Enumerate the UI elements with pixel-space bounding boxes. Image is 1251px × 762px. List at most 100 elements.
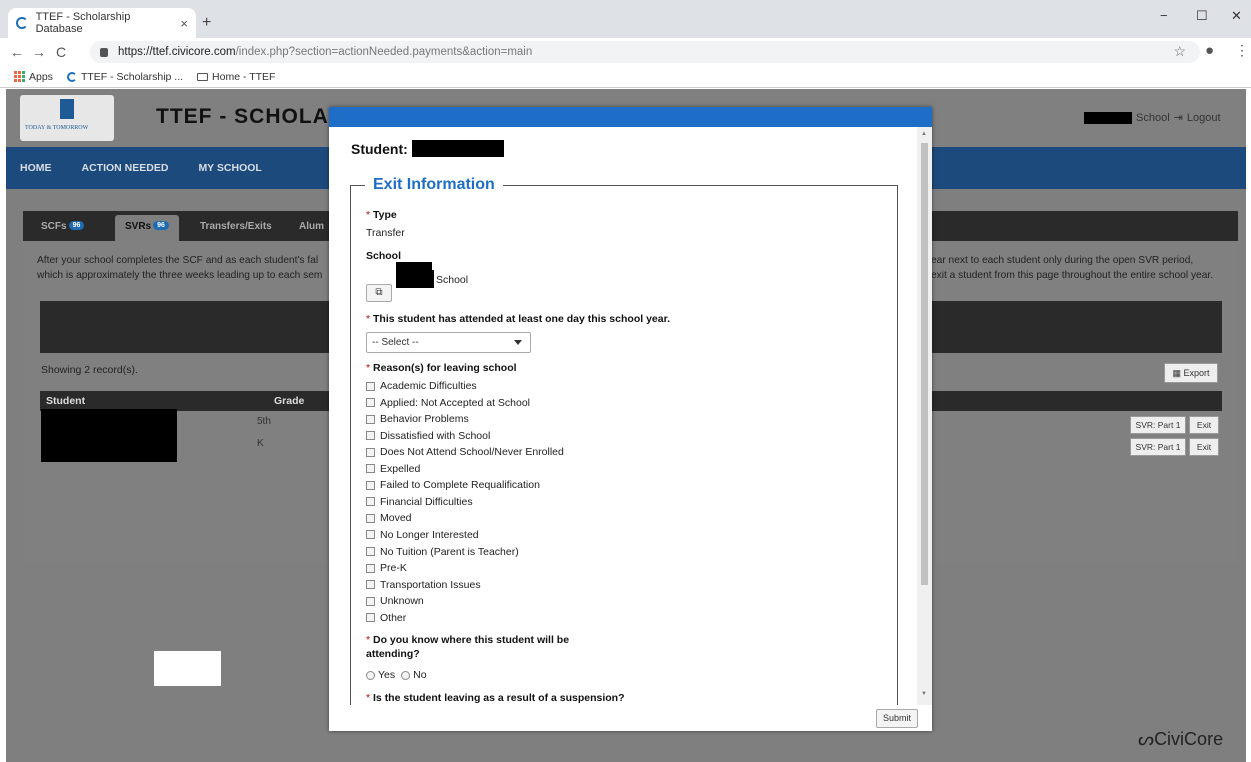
- reason-checkbox-item[interactable]: Failed to Complete Requalification: [366, 479, 540, 491]
- attended-select[interactable]: -- Select --: [366, 332, 531, 353]
- student-heading: Student:: [351, 140, 504, 157]
- col-grade[interactable]: Grade: [274, 391, 304, 411]
- bookmark-home-ttef[interactable]: Home - TTEF: [197, 71, 275, 83]
- checkbox[interactable]: [366, 431, 375, 441]
- checkbox[interactable]: [366, 513, 375, 523]
- nav-action-needed[interactable]: ACTION NEEDED: [82, 162, 169, 174]
- checkbox[interactable]: [366, 497, 375, 507]
- tab-scfs[interactable]: SCFs 96: [41, 221, 85, 232]
- filter-box-right: [932, 301, 1222, 353]
- tab-transfers-exits[interactable]: Transfers/Exits: [200, 221, 272, 232]
- dialog-titlebar[interactable]: [329, 107, 932, 127]
- checkbox-label: Other: [380, 611, 407, 624]
- reload-icon[interactable]: C: [50, 44, 72, 60]
- checkbox-label: Unknown: [380, 595, 424, 608]
- checkbox[interactable]: [366, 596, 375, 606]
- browser-tab[interactable]: TTEF - Scholarship Database ×: [8, 8, 196, 38]
- fieldset-legend: Exit Information: [365, 176, 503, 194]
- checkbox[interactable]: [366, 563, 375, 573]
- table-row: 5th: [257, 416, 271, 427]
- minimize-icon[interactable]: −: [1160, 8, 1168, 23]
- reason-checkbox-item[interactable]: Unknown: [366, 595, 424, 607]
- grade-cell: 5th: [257, 416, 271, 427]
- header-school: School: [1136, 111, 1170, 124]
- site-logo[interactable]: TODAY & TOMORROW: [20, 95, 114, 141]
- checkbox[interactable]: [366, 381, 375, 391]
- scroll-down-icon[interactable]: ▼: [921, 691, 927, 697]
- checkbox[interactable]: [366, 547, 375, 556]
- tab-alumni[interactable]: Alum: [299, 221, 324, 232]
- export-button[interactable]: ▦ Export: [1164, 363, 1218, 383]
- back-icon[interactable]: ←: [6, 44, 28, 60]
- checkbox[interactable]: [366, 398, 375, 408]
- nav-home[interactable]: HOME: [20, 162, 52, 174]
- tab-close-icon[interactable]: ×: [180, 16, 188, 31]
- tab-svrs[interactable]: SVRs 96: [115, 215, 179, 241]
- maximize-icon[interactable]: ☐: [1196, 8, 1208, 24]
- window-close-icon[interactable]: ✕: [1231, 8, 1242, 24]
- reason-checkbox-item[interactable]: Financial Difficulties: [366, 496, 473, 508]
- site-favicon-icon: [66, 71, 77, 82]
- account-icon[interactable]: ●: [1205, 42, 1214, 59]
- civicore-logo-icon: ᔕ: [1138, 729, 1155, 749]
- reason-checkbox-item[interactable]: Transportation Issues: [366, 579, 481, 591]
- submit-button[interactable]: Submit: [876, 709, 918, 728]
- checkbox-label: Moved: [380, 512, 412, 525]
- grade-cell: K: [257, 438, 264, 449]
- instructions-right: ear next to each student only during the…: [931, 253, 1213, 283]
- scroll-thumb[interactable]: [921, 143, 928, 585]
- checkbox[interactable]: [366, 580, 375, 590]
- scroll-up-icon[interactable]: ▲: [921, 131, 927, 137]
- required-mark: *: [366, 209, 371, 221]
- checkbox-label: Academic Difficulties: [380, 380, 477, 392]
- reason-checkbox-item[interactable]: No Longer Interested: [366, 529, 479, 541]
- logout-icon[interactable]: ⇥: [1174, 111, 1183, 124]
- logout-link[interactable]: Logout: [1187, 112, 1221, 124]
- table-header-right: [932, 391, 1222, 411]
- reason-checkbox-item[interactable]: Pre-K: [366, 562, 407, 574]
- checkbox-label: Failed to Complete Requalification: [380, 479, 540, 492]
- dialog-scrollbar[interactable]: ▲ ▼: [917, 127, 932, 705]
- reason-checkbox-item[interactable]: Expelled: [366, 463, 420, 475]
- reason-checkbox-item[interactable]: Dissatisfied with School: [366, 430, 490, 442]
- exit-button[interactable]: Exit: [1189, 416, 1219, 434]
- browser-menu-icon[interactable]: ⋮: [1235, 42, 1249, 59]
- type-label: * Type: [366, 209, 397, 221]
- reason-checkbox-item[interactable]: No Tuition (Parent is Teacher): [366, 546, 519, 558]
- checkbox-label: Pre-K: [380, 562, 407, 575]
- col-student[interactable]: Student: [46, 391, 85, 411]
- reason-checkbox-item[interactable]: Behavior Problems: [366, 413, 469, 425]
- nav-my-school[interactable]: MY SCHOOL: [198, 162, 261, 174]
- checkbox[interactable]: [366, 613, 375, 623]
- select-value: -- Select --: [372, 337, 419, 348]
- svr-part1-button[interactable]: SVR: Part 1: [1130, 416, 1186, 434]
- checkbox[interactable]: [366, 414, 375, 424]
- exit-button[interactable]: Exit: [1189, 438, 1219, 456]
- url-bar[interactable]: https://ttef.civicore.com/index.php?sect…: [90, 41, 1200, 63]
- reason-checkbox-item[interactable]: Other: [366, 612, 406, 624]
- forward-icon[interactable]: →: [28, 44, 50, 60]
- svr-part1-button[interactable]: SVR: Part 1: [1130, 438, 1186, 456]
- folder-icon: [197, 72, 209, 81]
- tab-label: SVRs: [125, 221, 152, 232]
- reason-checkbox-item[interactable]: Academic Difficulties: [366, 380, 477, 392]
- reason-checkbox-item[interactable]: Does Not Attend School/Never Enrolled: [366, 446, 564, 458]
- checkbox[interactable]: [366, 447, 375, 457]
- checkbox[interactable]: [366, 464, 375, 474]
- tab-title: TTEF - Scholarship Database: [35, 11, 131, 35]
- required-mark: *: [366, 362, 371, 374]
- reason-checkbox-item[interactable]: Moved: [366, 512, 412, 524]
- radio-no[interactable]: [401, 670, 411, 680]
- bookmark-apps[interactable]: Apps: [14, 71, 53, 83]
- new-tab-button[interactable]: +: [202, 14, 211, 32]
- lock-icon: [100, 47, 108, 57]
- checkbox[interactable]: [366, 530, 375, 540]
- reason-checkbox-item[interactable]: Applied: Not Accepted at School: [366, 397, 530, 409]
- bookmark-star-icon[interactable]: ☆: [1173, 43, 1186, 60]
- checkbox-label: Transportation Issues: [380, 578, 481, 591]
- bookmark-ttef-scholarship[interactable]: TTEF - Scholarship ...: [66, 71, 183, 83]
- required-mark: *: [366, 313, 371, 325]
- open-school-external-icon[interactable]: ⧉: [366, 284, 392, 302]
- checkbox[interactable]: [366, 480, 375, 490]
- radio-yes[interactable]: [366, 670, 375, 680]
